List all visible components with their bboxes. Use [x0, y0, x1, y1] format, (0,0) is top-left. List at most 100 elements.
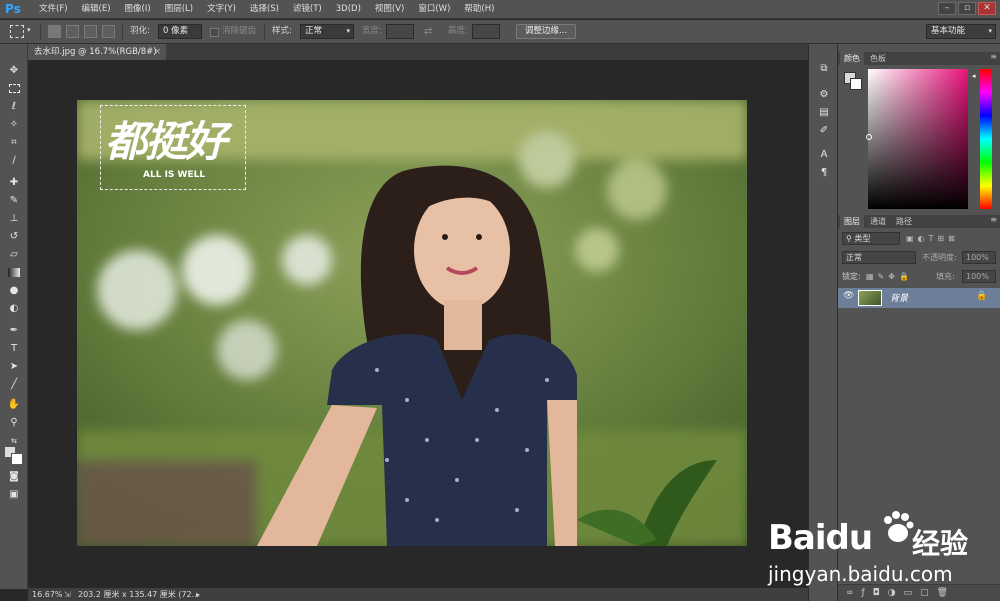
- tab-layers[interactable]: 图层: [840, 215, 864, 228]
- style-label: 样式:: [272, 26, 292, 36]
- menu-image[interactable]: 图像(I): [118, 0, 158, 19]
- tab-color[interactable]: 颜色: [840, 52, 864, 65]
- refine-edge-button[interactable]: 调整边缘...: [516, 24, 576, 39]
- menu-3d[interactable]: 3D(D): [329, 0, 368, 19]
- zoom-level[interactable]: 16.67%: [32, 588, 63, 601]
- menu-list: 文件(F) 编辑(E) 图像(I) 图层(L) 文字(Y) 选择(S) 滤镜(T…: [32, 0, 501, 19]
- history-icon[interactable]: ⧉: [817, 62, 831, 76]
- chevron-down-icon: ▾: [346, 27, 350, 35]
- background-color-swatch[interactable]: [850, 78, 862, 90]
- healing-brush-tool-icon[interactable]: ✚: [6, 176, 22, 190]
- dodge-tool-icon[interactable]: ◐: [6, 302, 22, 316]
- move-tool-icon[interactable]: ✥: [6, 64, 22, 78]
- color-picker-cursor[interactable]: [866, 134, 872, 140]
- brush-tool-icon[interactable]: ✎: [6, 194, 22, 208]
- quick-mask-icon[interactable]: ◙: [6, 470, 22, 484]
- marquee-tool-preset-icon[interactable]: [10, 25, 24, 38]
- tab-swatches[interactable]: 色板: [866, 52, 890, 65]
- export-icon[interactable]: ⇲: [64, 588, 71, 601]
- feather-label: 羽化:: [130, 26, 150, 36]
- search-icon: ⚲: [846, 234, 852, 243]
- paragraph-icon[interactable]: ¶: [817, 166, 831, 180]
- color-field[interactable]: [868, 69, 968, 209]
- tab-paths[interactable]: 路径: [892, 215, 916, 228]
- status-bar: 16.67% ⇲ 203.2 厘米 x 135.47 厘米 (72... ▸: [28, 588, 808, 601]
- screen-mode-icon[interactable]: ▣: [6, 488, 22, 502]
- pen-tool-icon[interactable]: ✒: [6, 324, 22, 338]
- brush-presets-icon[interactable]: ✐: [817, 124, 831, 138]
- workspace-select[interactable]: 基本功能 ▾: [926, 24, 996, 39]
- hue-slider-arrow-icon: ◂: [972, 72, 976, 80]
- style-select[interactable]: 正常 ▾: [300, 24, 354, 39]
- layer-name[interactable]: 背景: [890, 291, 908, 304]
- menu-select[interactable]: 选择(S): [243, 0, 286, 19]
- path-selection-tool-icon[interactable]: ➤: [6, 360, 22, 374]
- character-icon[interactable]: A: [817, 148, 831, 162]
- menu-edit[interactable]: 编辑(E): [75, 0, 118, 19]
- menu-help[interactable]: 帮助(H): [457, 0, 501, 19]
- tab-channels[interactable]: 通道: [866, 215, 890, 228]
- chevron-right-icon[interactable]: ▸: [196, 588, 200, 601]
- line-tool-icon[interactable]: ╱: [6, 378, 22, 392]
- gradient-tool-icon[interactable]: [6, 266, 22, 280]
- menu-window[interactable]: 窗口(W): [411, 0, 457, 19]
- close-button[interactable]: ✕: [978, 2, 996, 15]
- crop-tool-icon[interactable]: ⌗: [6, 136, 22, 150]
- blend-mode-select[interactable]: 正常: [842, 251, 916, 264]
- maximize-button[interactable]: ▫: [958, 2, 976, 15]
- new-selection-icon[interactable]: [48, 25, 61, 38]
- document-size: 203.2 厘米 x 135.47 厘米 (72...: [78, 590, 200, 599]
- magic-wand-tool-icon[interactable]: ✧: [6, 118, 22, 132]
- menu-layer[interactable]: 图层(L): [158, 0, 200, 19]
- antialias-checkbox[interactable]: [210, 28, 219, 37]
- menu-type[interactable]: 文字(Y): [200, 0, 243, 19]
- visibility-eye-icon[interactable]: 👁: [843, 291, 854, 301]
- tools-panel: ✥ ℓ ✧ ⌗ ∕ ✚ ✎ ⊥ ↺ ▱ ● ◐ ✒ T ➤ ╱ ✋ ⚲ ⇆ ◙ …: [0, 44, 28, 589]
- divider: [122, 23, 123, 40]
- menu-view[interactable]: 视图(V): [368, 0, 411, 19]
- subtract-selection-icon[interactable]: [84, 25, 97, 38]
- panel-menu-icon[interactable]: ≡: [990, 52, 997, 61]
- background-color-swatch[interactable]: [11, 453, 23, 465]
- opacity-input[interactable]: 100%: [962, 251, 996, 264]
- divider: [264, 23, 265, 40]
- menu-filter[interactable]: 滤镜(T): [286, 0, 329, 19]
- photoshop-logo: Ps: [5, 2, 21, 16]
- history-brush-tool-icon[interactable]: ↺: [6, 230, 22, 244]
- width-input[interactable]: [386, 24, 414, 39]
- lock-icons[interactable]: ▦✎✥🔒: [866, 270, 913, 283]
- adjustments-icon[interactable]: ▤: [817, 106, 831, 120]
- menu-bar: Ps 文件(F) 编辑(E) 图像(I) 图层(L) 文字(Y) 选择(S) 滤…: [0, 0, 1000, 19]
- fill-input[interactable]: 100%: [962, 270, 996, 283]
- zoom-tool-icon[interactable]: ⚲: [6, 416, 22, 430]
- intersect-selection-icon[interactable]: [102, 25, 115, 38]
- rectangular-marquee-tool-icon[interactable]: [6, 82, 22, 96]
- feather-input[interactable]: 0 像素: [158, 24, 202, 39]
- close-tab-icon[interactable]: ×: [154, 44, 161, 60]
- eyedropper-tool-icon[interactable]: ∕: [6, 154, 22, 168]
- swap-icon[interactable]: ⇄: [424, 24, 432, 39]
- fill-label: 填充:: [936, 272, 955, 281]
- properties-icon[interactable]: ⚙: [817, 88, 831, 102]
- panel-menu-icon[interactable]: ≡: [990, 215, 997, 224]
- blur-tool-icon[interactable]: ●: [6, 284, 22, 298]
- clone-stamp-tool-icon[interactable]: ⊥: [6, 212, 22, 226]
- minimize-button[interactable]: –: [938, 2, 956, 15]
- menu-file[interactable]: 文件(F): [32, 0, 75, 19]
- lasso-tool-icon[interactable]: ℓ: [6, 100, 22, 114]
- document-tab[interactable]: 去水印.jpg @ 16.7%(RGB/8#) ×: [28, 44, 166, 60]
- height-input[interactable]: [472, 24, 500, 39]
- antialias-label: 消除锯齿: [222, 26, 257, 36]
- type-tool-icon[interactable]: T: [6, 342, 22, 356]
- hand-tool-icon[interactable]: ✋: [6, 398, 22, 412]
- add-selection-icon[interactable]: [66, 25, 79, 38]
- layer-kind-filter[interactable]: ⚲ 类型: [842, 232, 900, 245]
- layer-row-background[interactable]: 👁 背景 🔒: [838, 288, 1000, 308]
- overlay-tagline: ALL IS WELL: [143, 170, 206, 180]
- chevron-down-icon[interactable]: ▾: [27, 26, 31, 34]
- filter-type-icons[interactable]: ▣◐T⊞⊠: [906, 232, 959, 245]
- hue-slider[interactable]: [980, 69, 992, 209]
- layer-thumbnail: [858, 290, 882, 306]
- eraser-tool-icon[interactable]: ▱: [6, 248, 22, 262]
- document-canvas[interactable]: 都挺好 ALL IS WELL: [77, 100, 747, 546]
